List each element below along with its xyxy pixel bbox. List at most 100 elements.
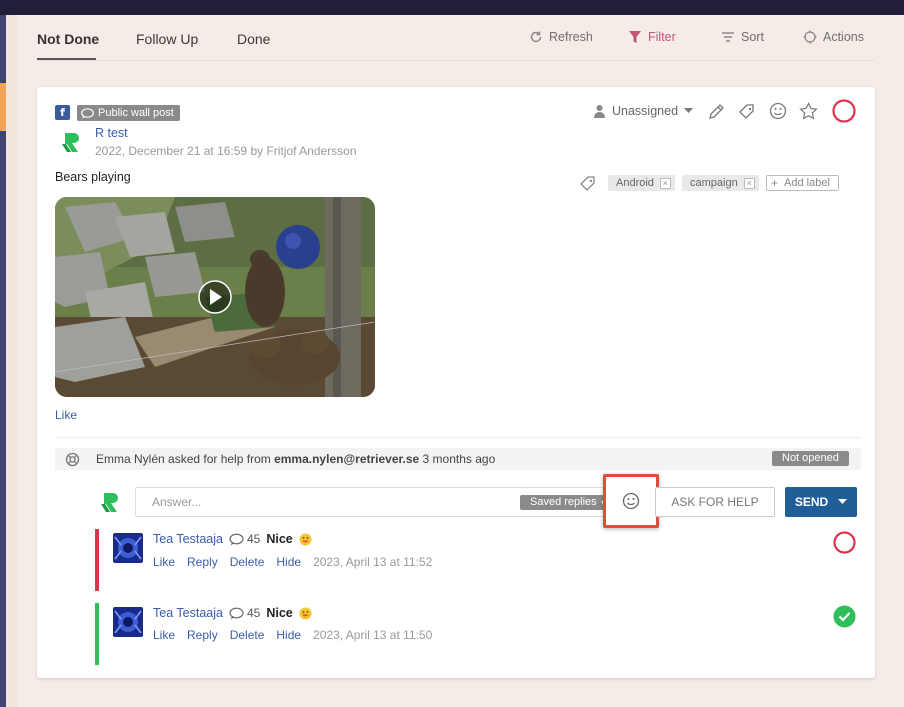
add-label-button[interactable]: + Add label: [766, 175, 839, 191]
post-type-badge: Public wall post: [77, 105, 180, 121]
sort-button[interactable]: Sort: [721, 30, 764, 44]
comment-author-link[interactable]: Tea Testaaja: [153, 606, 223, 620]
lifebuoy-icon: [65, 452, 80, 467]
comment-count-value: 45: [246, 532, 261, 546]
send-label: SEND: [794, 495, 829, 509]
tabs-divider: [37, 60, 875, 61]
pencil-icon[interactable]: [707, 103, 725, 121]
comment-bubble-icon: [229, 533, 244, 545]
help-request-prefix: Emma Nylén asked for help from: [96, 452, 275, 466]
saved-replies-label: Saved replies: [530, 496, 597, 508]
person-icon: [594, 105, 605, 118]
status-open-circle-icon[interactable]: [832, 99, 856, 123]
retriever-logo-icon: [62, 133, 79, 152]
comment-delete-link[interactable]: Delete: [230, 628, 265, 642]
left-rail-active-marker: [0, 83, 6, 131]
filter-label: Filter: [648, 30, 676, 44]
refresh-label: Refresh: [549, 30, 593, 44]
grinning-emoji-icon: [299, 607, 312, 619]
post-card: f Public wall post R test 2022, December…: [37, 87, 875, 678]
label-tag-icon: [580, 176, 595, 191]
status-done-check-icon[interactable]: [833, 605, 856, 628]
filter-icon: [629, 31, 641, 43]
help-request-suffix: 3 months ago: [419, 452, 496, 466]
send-button[interactable]: SEND: [785, 487, 857, 517]
caret-down-icon[interactable]: [838, 499, 848, 505]
comment-hide-link[interactable]: Hide: [276, 628, 301, 642]
star-icon[interactable]: [799, 102, 818, 121]
comment-status-bar: [95, 603, 99, 665]
avatar[interactable]: [113, 607, 143, 637]
avatar-image: [113, 607, 143, 637]
actions-button[interactable]: Actions: [803, 30, 864, 44]
assignment-label: Unassigned: [612, 104, 679, 118]
comment-count[interactable]: 45: [229, 606, 260, 620]
comment-header: Tea Testaaja 45 Nice: [153, 606, 312, 620]
label-chip-campaign[interactable]: campaign ×: [682, 175, 759, 191]
retriever-reply-logo-icon: [101, 493, 118, 512]
post-text: Bears playing: [55, 170, 131, 184]
tab-follow-up[interactable]: Follow Up: [136, 31, 198, 47]
label-chip-android[interactable]: Android ×: [608, 175, 675, 191]
actions-icon: [803, 30, 817, 44]
comment-reply-link[interactable]: Reply: [187, 555, 218, 569]
comment-header: Tea Testaaja 45 Nice: [153, 532, 312, 546]
left-rail: [0, 15, 17, 707]
avatar-image: [113, 533, 143, 563]
post-meta: 2022, December 21 at 16:59 by Fritjof An…: [95, 144, 357, 158]
caret-down-icon: [684, 108, 694, 113]
add-label-text: Add label: [784, 177, 830, 189]
help-request-text: Emma Nylén asked for help from emma.nyle…: [96, 452, 495, 466]
status-open-circle-icon[interactable]: [833, 531, 856, 554]
sort-label: Sort: [741, 30, 764, 44]
saved-replies-dropdown[interactable]: Saved replies ▼: [520, 495, 612, 510]
assignment-dropdown[interactable]: Unassigned: [593, 104, 694, 118]
smiley-icon: [622, 492, 640, 510]
video-thumbnail[interactable]: [55, 197, 375, 397]
comment-body: Nice: [266, 532, 293, 546]
post-author-link[interactable]: R test: [95, 126, 128, 140]
smiley-icon[interactable]: [769, 102, 787, 120]
comment-author-link[interactable]: Tea Testaaja: [153, 532, 223, 546]
tab-not-done[interactable]: Not Done: [37, 31, 99, 47]
refresh-icon: [530, 31, 542, 43]
comment-date: 2023, April 13 at 11:52: [313, 555, 433, 569]
refresh-button[interactable]: Refresh: [529, 30, 593, 44]
comment-like-link[interactable]: Like: [153, 628, 175, 642]
emoji-button[interactable]: [603, 474, 659, 528]
comment-like-link[interactable]: Like: [153, 555, 175, 569]
not-opened-badge: Not opened: [772, 451, 849, 466]
filter-button[interactable]: Filter: [628, 30, 676, 44]
comment-actions: Like Reply Delete Hide 2023, April 13 at…: [153, 555, 432, 569]
remove-label-icon[interactable]: ×: [743, 177, 755, 189]
top-bar: [0, 0, 904, 15]
plus-icon: +: [771, 176, 779, 190]
video-preview-image: [55, 197, 375, 397]
ask-for-help-button[interactable]: ASK FOR HELP: [655, 487, 775, 517]
section-divider: [55, 437, 861, 438]
comment-reply-link[interactable]: Reply: [187, 628, 218, 642]
label-chip-text: campaign: [690, 177, 738, 189]
post-type-label: Public wall post: [98, 107, 174, 119]
comment-delete-link[interactable]: Delete: [230, 555, 265, 569]
avatar[interactable]: [113, 533, 143, 563]
label-chip-text: Android: [616, 177, 654, 189]
grinning-emoji-icon: [299, 533, 312, 545]
comment-count[interactable]: 45: [229, 532, 260, 546]
actions-label: Actions: [823, 30, 864, 44]
facebook-icon: f: [55, 105, 70, 120]
speech-bubble-icon: [81, 107, 94, 118]
remove-label-icon[interactable]: ×: [659, 177, 671, 189]
comment-bubble-icon: [229, 607, 244, 619]
comment-actions: Like Reply Delete Hide 2023, April 13 at…: [153, 628, 432, 642]
sort-icon: [722, 32, 734, 42]
comment-count-value: 45: [246, 606, 261, 620]
tag-icon[interactable]: [738, 103, 756, 121]
comment-body: Nice: [266, 606, 293, 620]
comment-hide-link[interactable]: Hide: [276, 555, 301, 569]
help-request-bar: Emma Nylén asked for help from emma.nyle…: [55, 448, 861, 470]
help-request-email: emma.nylen@retriever.se: [274, 452, 420, 466]
comment-status-bar: [95, 529, 99, 591]
post-like-link[interactable]: Like: [55, 408, 77, 422]
tab-done[interactable]: Done: [237, 31, 270, 47]
